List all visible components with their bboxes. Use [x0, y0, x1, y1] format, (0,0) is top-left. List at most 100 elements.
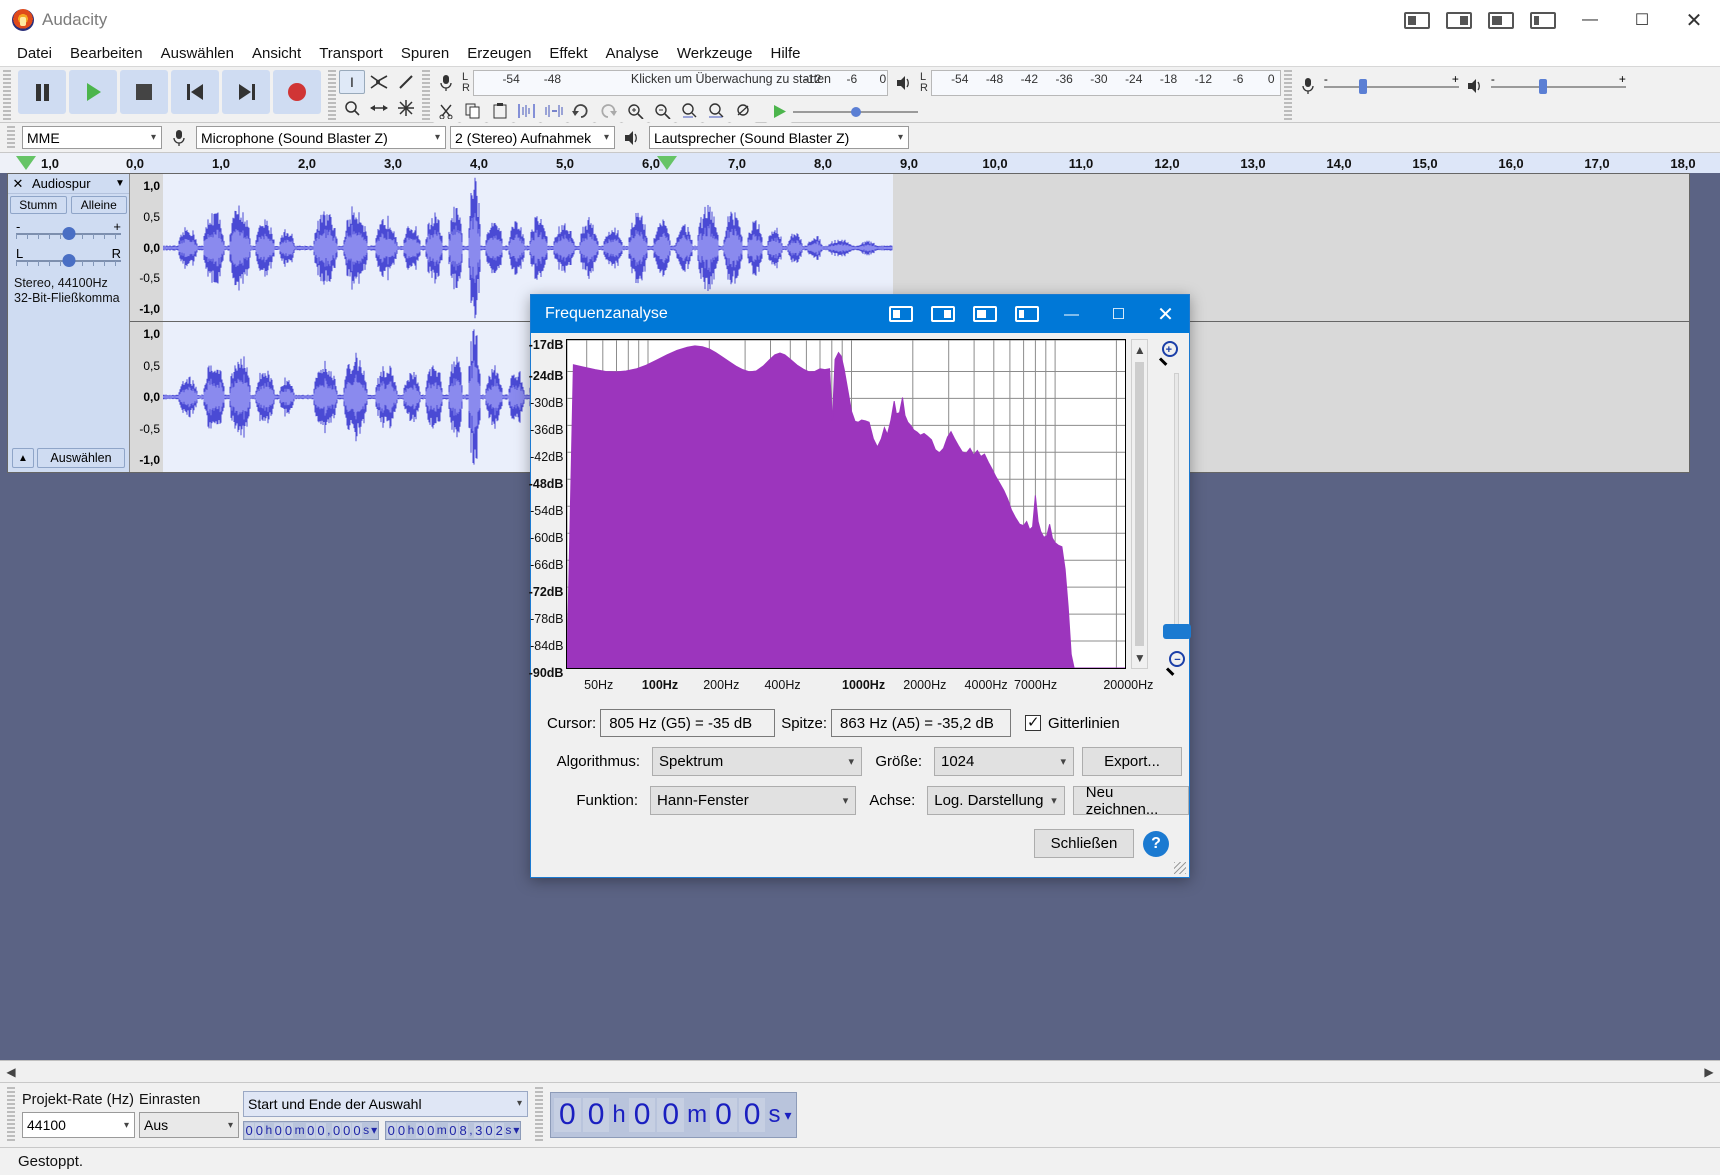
zoom-selection-icon[interactable] [676, 99, 702, 123]
dialog-resize-grip[interactable] [1174, 862, 1186, 874]
playback-meter[interactable]: -54 -48 -42 -36 -30 -24 -18 -12 -6 0 [930, 70, 1281, 96]
play-region-marker-right-icon[interactable] [657, 156, 677, 170]
recording-channels-select[interactable]: 2 (Stereo) Aufnahmek ▾ [450, 126, 615, 149]
project-rate-select[interactable]: 44100 ▾ [22, 1112, 135, 1138]
spectrum-vertical-scrollbar[interactable]: ▲ ▼ [1131, 339, 1149, 669]
axis-select[interactable]: Log. Darstellung ▾ [927, 786, 1065, 815]
snap-left-icon[interactable] [1404, 11, 1430, 29]
dialog-snap-wide-left-icon[interactable] [973, 306, 997, 322]
close-dialog-button[interactable]: Schließen [1034, 829, 1134, 858]
replot-button[interactable]: Neu zeichnen... [1072, 784, 1190, 818]
record-button[interactable] [273, 70, 321, 114]
timeshift-tool-icon[interactable] [366, 96, 392, 120]
dialog-snap-right-icon[interactable] [931, 306, 955, 322]
audio-host-select[interactable]: MME ▾ [22, 126, 162, 149]
audio-position-field[interactable]: 0 0 h 0 0 m 0 0 s ▾ [550, 1092, 797, 1138]
track-select-button[interactable]: Auswählen [37, 448, 125, 468]
play-region-marker-left-icon[interactable] [16, 156, 36, 170]
export-button[interactable]: Export... [1082, 747, 1182, 776]
window-minimize-button[interactable]: — [1564, 0, 1616, 40]
playback-volume-slider[interactable]: - + [1490, 72, 1626, 97]
recording-volume-slider[interactable]: - + [1323, 72, 1459, 97]
trim-audio-icon[interactable] [514, 99, 540, 123]
help-icon[interactable]: ? [1143, 830, 1169, 857]
play-speed-slider[interactable] [793, 100, 918, 122]
vertical-scroll-thumb[interactable] [1135, 362, 1145, 646]
silence-audio-icon[interactable] [541, 99, 567, 123]
track-name-label[interactable]: Audiospur [28, 176, 111, 191]
track-gain-slider[interactable]: - + [16, 219, 121, 243]
dialog-snap-narrow-left-icon[interactable] [1015, 306, 1039, 322]
snap-narrow-left-icon[interactable] [1530, 11, 1556, 29]
dialog-maximize-button[interactable]: ☐ [1095, 295, 1142, 333]
pause-button[interactable] [18, 70, 66, 114]
dialog-minimize-button[interactable]: — [1048, 295, 1095, 333]
track-solo-button[interactable]: Alleine [70, 196, 127, 214]
copy-icon[interactable] [460, 99, 486, 123]
gridlines-checkbox[interactable] [1025, 713, 1042, 731]
zoom-in-icon[interactable] [622, 99, 648, 123]
track-close-button[interactable]: ✕ [8, 176, 28, 192]
draw-tool-icon[interactable] [393, 70, 419, 94]
menu-bearbeiten[interactable]: Bearbeiten [61, 43, 152, 64]
size-select[interactable]: 1024 ▾ [934, 747, 1074, 776]
window-close-button[interactable]: ✕ [1668, 0, 1720, 40]
playback-device-select[interactable]: Lautsprecher (Sound Blaster Z) ▾ [649, 126, 909, 149]
algorithm-select[interactable]: Spektrum ▾ [652, 747, 862, 776]
menu-analyse[interactable]: Analyse [597, 43, 668, 64]
transport-toolbar-grip[interactable] [3, 70, 11, 120]
snap-right-icon[interactable] [1446, 11, 1472, 29]
device-toolbar-grip[interactable] [7, 125, 15, 150]
menu-erzeugen[interactable]: Erzeugen [458, 43, 540, 64]
horizontal-scrollbar[interactable]: ◀ ▶ [0, 1060, 1720, 1082]
zoom-tool-icon[interactable] [339, 96, 365, 120]
window-maximize-button[interactable]: ☐ [1616, 0, 1668, 40]
menu-ansicht[interactable]: Ansicht [243, 43, 310, 64]
skip-to-end-button[interactable] [222, 70, 270, 114]
selection-toolbar-grip[interactable] [7, 1087, 15, 1143]
menu-auswaehlen[interactable]: Auswählen [152, 43, 243, 64]
skip-to-start-button[interactable] [171, 70, 219, 114]
tools-toolbar-grip[interactable] [328, 70, 336, 120]
recording-device-select[interactable]: Microphone (Sound Blaster Z) ▾ [196, 126, 446, 149]
stop-button[interactable] [120, 70, 168, 114]
multi-tool-icon[interactable] [393, 96, 419, 120]
frequency-dialog-titlebar[interactable]: Frequenzanalyse — ☐ ✕ [531, 295, 1189, 333]
scroll-left-arrow-icon[interactable]: ◀ [0, 1065, 22, 1079]
zoom-toggle-icon[interactable] [730, 99, 756, 123]
spectrum-plot[interactable] [566, 339, 1127, 669]
track-mute-button[interactable]: Stumm [10, 196, 67, 214]
cut-icon[interactable] [433, 99, 459, 123]
scroll-down-arrow-icon[interactable]: ▼ [1132, 648, 1147, 668]
paste-icon[interactable] [487, 99, 513, 123]
recording-meter[interactable]: -54 -48 Klicken um Überwachung zu starte… [472, 70, 888, 96]
redo-icon[interactable] [595, 99, 621, 123]
menu-datei[interactable]: Datei [8, 43, 61, 64]
zoom-in-icon[interactable]: + [1158, 341, 1182, 366]
snap-select[interactable]: Aus ▾ [139, 1112, 239, 1138]
menu-hilfe[interactable]: Hilfe [761, 43, 809, 64]
scroll-up-arrow-icon[interactable]: ▲ [1132, 340, 1147, 360]
zoom-out-icon[interactable]: − [1165, 651, 1189, 676]
selection-start-field[interactable]: 0 0 h 0 0 m 0 0, 0 0 0 s ▾ [243, 1120, 380, 1140]
function-select[interactable]: Hann-Fenster ▾ [650, 786, 857, 815]
undo-icon[interactable] [568, 99, 594, 123]
selection-mode-select[interactable]: Start und Ende der Auswahl ▾ [243, 1090, 528, 1117]
spectrum-zoom-slider-thumb[interactable] [1163, 624, 1192, 639]
device-meter-grip[interactable] [1283, 70, 1292, 120]
menu-effekt[interactable]: Effekt [540, 43, 596, 64]
selection-tool-icon[interactable]: I [339, 70, 365, 94]
menu-spuren[interactable]: Spuren [392, 43, 458, 64]
time-toolbar-grip[interactable] [535, 1087, 543, 1143]
recording-meter-grip[interactable] [422, 70, 430, 120]
menu-werkzeuge[interactable]: Werkzeuge [668, 43, 762, 64]
scroll-right-arrow-icon[interactable]: ▶ [1698, 1065, 1720, 1079]
frequency-analysis-dialog[interactable]: Frequenzanalyse — ☐ ✕ -17dB -24dB -30dB -36… [529, 294, 1192, 878]
track-collapse-arrow-icon[interactable]: ▲ [12, 448, 34, 468]
play-at-speed-button[interactable] [766, 99, 792, 123]
snap-wide-left-icon[interactable] [1488, 11, 1514, 29]
selection-end-field[interactable]: 0 0 h 0 0 m 0 8, 3 0 2 s ▾ [385, 1120, 522, 1140]
envelope-tool-icon[interactable] [366, 70, 392, 94]
spectrum-zoom-slider-track[interactable] [1174, 373, 1180, 635]
track-pan-slider[interactable]: L R [16, 246, 121, 270]
